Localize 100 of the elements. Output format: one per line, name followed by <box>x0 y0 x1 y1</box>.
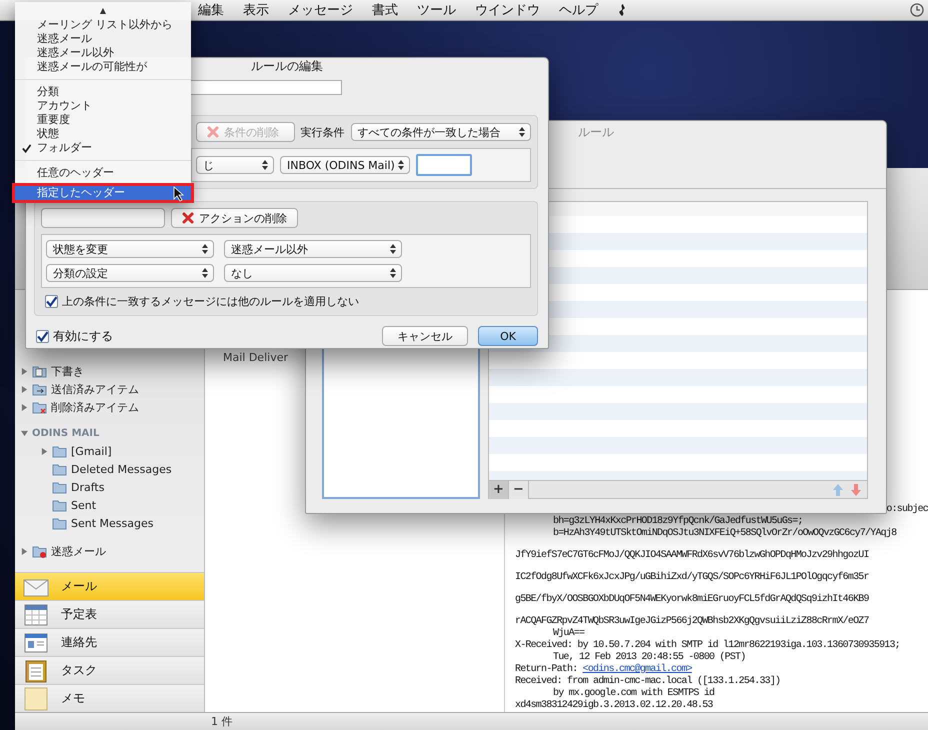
delete-action-button[interactable]: アクションの削除 <box>171 208 298 228</box>
header-line: WjuA== <box>552 628 586 640</box>
checkmark-icon <box>22 144 31 153</box>
header-line: JfY9iefS7eC7GT6cFMoJ/QQKJIO4SAAMWFRdX6svV76blzwGhOPDqHMoJzv29hhgozUI <box>515 550 870 562</box>
match-select[interactable]: すべての条件が一致した場合 <box>350 123 531 141</box>
header-line: Return-Path: <odins.cmc@gmail.com> <box>515 664 693 676</box>
menu-bar-item[interactable]: メッセージ <box>288 1 353 19</box>
message-count: 1 件 <box>210 714 234 730</box>
down-arrow-icon[interactable] <box>849 482 863 496</box>
menu-item[interactable]: 迷惑メールの可能性が <box>15 60 191 74</box>
checkbox-label: 有効にする <box>53 328 113 344</box>
menu-item[interactable]: 迷惑メール <box>15 32 191 46</box>
checkbox[interactable] <box>36 330 49 342</box>
folder-label[interactable]: 送信済みアイテム <box>51 382 139 396</box>
delete-x-icon <box>182 212 194 224</box>
menu-item[interactable]: 指定したヘッダー <box>15 186 191 200</box>
collapsed-triangle-icon[interactable] <box>41 448 48 454</box>
action-value-select[interactable]: 迷惑メール以外 <box>224 240 402 258</box>
stepper-arrows-icon <box>519 127 525 137</box>
folder-label[interactable]: Deleted Messages <box>71 462 172 476</box>
nav-item[interactable]: 連絡先 <box>15 628 204 656</box>
folder-icon <box>52 480 67 494</box>
note-icon <box>23 686 49 712</box>
trash-icon <box>32 400 47 414</box>
remove-button[interactable]: − <box>509 480 529 498</box>
header-line: b=HzAh3Y49tUTSktOmiNDqOSJtu3NIXFEiQ+58SQlvOrZr/oOwOQvzGC6cy7/YAqj8 <box>552 528 898 540</box>
clipboard-icon <box>23 658 49 684</box>
menu-bar-item[interactable]: 書式 <box>372 1 398 19</box>
nav-item[interactable]: メール <box>15 572 204 600</box>
action-select[interactable]: 状態を変更 <box>46 240 214 258</box>
folder-label[interactable]: [Gmail] <box>71 444 112 458</box>
action-value-select[interactable]: なし <box>224 264 402 282</box>
cancel-button[interactable]: キャンセル <box>382 326 468 346</box>
checkmark-icon <box>46 296 57 307</box>
checkbox-label: 上の条件に一致するメッセージには他のルールを適用しない <box>62 294 359 309</box>
stepper-arrows-icon <box>202 244 208 254</box>
stepper-arrows-icon <box>398 160 404 170</box>
collapsed-triangle-icon[interactable] <box>21 548 28 554</box>
collapsed-triangle-icon[interactable] <box>21 386 28 392</box>
folder-select[interactable]: INBOX (ODINS Mail) <box>280 156 410 174</box>
menu-item[interactable]: 迷惑メール以外 <box>15 46 191 60</box>
menu-bar-item[interactable]: ヘルプ <box>559 1 598 19</box>
menu-bar-item[interactable]: 表示 <box>243 1 269 19</box>
folder-label[interactable]: 下書き <box>51 364 84 378</box>
folder-icon <box>52 444 67 458</box>
collapsed-triangle-icon[interactable] <box>21 404 28 410</box>
menu-item[interactable]: メーリング リスト以外から <box>15 18 191 32</box>
stepper-arrows-icon <box>390 244 396 254</box>
menu-item[interactable]: 状態 <box>15 127 191 141</box>
rule-name-field[interactable] <box>190 80 342 95</box>
menu-item[interactable]: アカウント <box>15 99 191 113</box>
nav-item[interactable]: タスク <box>15 656 204 684</box>
checkmark-icon <box>37 330 48 342</box>
header-line: xd4sm38312429igb.3.2013.02.12.20.48.53 <box>515 700 714 712</box>
junk-folder-icon <box>32 544 47 558</box>
menu-bar-item[interactable]: ツール <box>417 1 456 19</box>
email-link[interactable]: <odins.cmc@gmail.com> <box>582 664 692 675</box>
stepper-arrows-icon <box>262 160 268 170</box>
nav-item[interactable]: メモ <box>15 684 204 712</box>
folder-icon <box>52 462 67 476</box>
folder-icon <box>52 498 67 512</box>
stepper-arrows-icon <box>202 268 208 278</box>
script-icon[interactable] <box>617 3 627 17</box>
window-title: ルールの編集 <box>251 58 323 75</box>
header-line: X-Received: by 10.50.7.204 with SMTP id l12mr8622193iga.103.1360730935913; <box>515 640 901 652</box>
header-line: Received: from admin-cmc-mac.local ([133.1.254.33]) <box>515 676 782 688</box>
folder-label[interactable]: Sent Messages <box>71 516 154 530</box>
collapsed-triangle-icon[interactable] <box>21 368 28 374</box>
delete-x-icon <box>207 126 219 138</box>
clock-icon[interactable] <box>910 3 924 17</box>
ok-button[interactable]: OK <box>478 326 538 346</box>
draft-folder-icon <box>32 364 47 378</box>
menu-bar-item[interactable]: ウインドウ <box>475 1 540 19</box>
nav-item[interactable]: 予定表 <box>15 600 204 628</box>
menu-item[interactable]: フォルダー <box>15 141 191 155</box>
action-select[interactable]: 分類の設定 <box>46 264 214 282</box>
folder-label[interactable]: 削除済みアイテム <box>51 400 139 414</box>
folder-label[interactable]: Drafts <box>71 480 104 494</box>
add-button[interactable]: + <box>489 480 509 498</box>
condition-value-field[interactable] <box>416 154 472 176</box>
header-line: o:subjec <box>885 504 928 516</box>
header-line: g5BE/fbyX/OOSBGOXbDUqOF5N4WEKyorwk8miEGruoyFCL5fdGrAQdQSq9izhIt46KB9 <box>515 594 870 606</box>
header-line: Tue, 12 Feb 2013 20:48:55 -0800 (PST) <box>552 652 746 664</box>
menu-bar-item[interactable]: 編集 <box>198 1 224 19</box>
expanded-triangle-icon[interactable] <box>21 430 28 436</box>
checkbox[interactable] <box>45 295 58 308</box>
header-line: bh=g3zLYH4xKxcPrHOD18z9YfpQcnk/GaJedfustWU5uGs=; <box>552 516 804 528</box>
folder-label[interactable]: Sent <box>71 498 96 512</box>
stepper-arrows-icon <box>390 268 396 278</box>
sent-folder-icon <box>32 382 47 396</box>
scroll-up-arrow[interactable]: ▲ <box>100 6 106 15</box>
menu-item[interactable]: 重要度 <box>15 113 191 127</box>
criterion-select[interactable]: じ <box>196 156 274 174</box>
add-action-button[interactable] <box>41 208 165 228</box>
folder-label[interactable]: 迷惑メール <box>51 544 106 558</box>
menu-item[interactable]: 任意のヘッダー <box>15 166 191 180</box>
header-line: IC2fOdg8UfwXCFk6xJcxJPg/uGBihiZxd/yTGQS/SOPc6YRHiF6JL1POlOgqcyf6m35r <box>515 572 870 584</box>
menu-item[interactable]: 分類 <box>15 85 191 99</box>
message-sender[interactable]: Mail Deliver <box>223 351 288 364</box>
folder-icon <box>52 516 67 530</box>
